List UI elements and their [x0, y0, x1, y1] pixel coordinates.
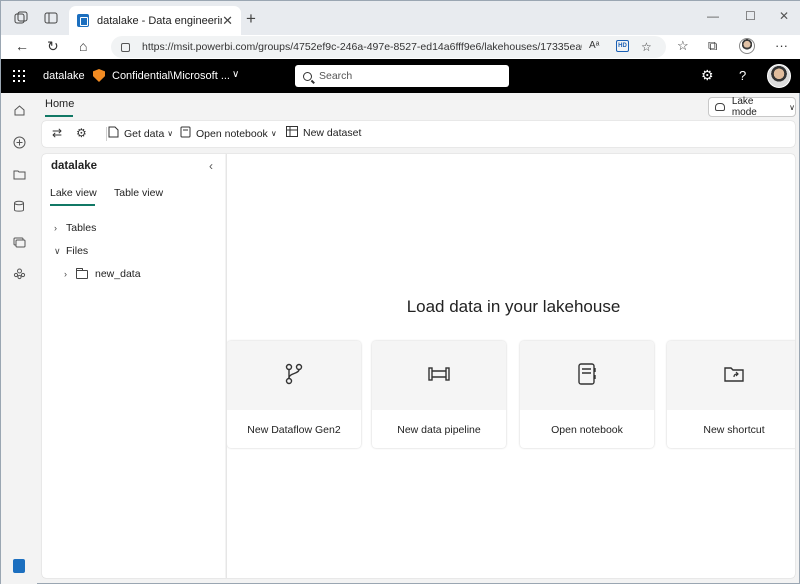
page-title: Load data in your lakehouse: [406, 297, 621, 316]
address-bar: ← ↻ ⌂ https://msit.powerbi.com/groups/47…: [1, 35, 800, 59]
tree-item-label: Files: [66, 245, 89, 257]
back-icon[interactable]: ←: [15, 38, 29, 54]
tab-title: datalake - Data engineering: [97, 14, 223, 27]
nav-home-icon[interactable]: [12, 103, 26, 117]
chevron-down-icon: ∨: [270, 129, 277, 138]
sensitivity-shield-icon: [93, 69, 105, 82]
main-canvas: Load data in your lakehouse New Dataflow…: [226, 154, 795, 578]
search-placeholder: Search: [319, 70, 353, 82]
nav-create-icon[interactable]: [12, 135, 26, 149]
open-notebook-label: Open notebook: [196, 127, 268, 140]
card-new-shortcut[interactable]: New shortcut: [667, 341, 795, 448]
vertical-tabs-icon[interactable]: [43, 10, 59, 26]
get-data-label: Get data: [124, 127, 165, 140]
card-new-dataflow[interactable]: New Dataflow Gen2: [227, 341, 361, 448]
maximize-icon[interactable]: ☐: [745, 9, 756, 23]
open-notebook-button[interactable]: Open notebook ∨: [180, 126, 277, 141]
favorite-add-icon[interactable]: ☆: [641, 40, 652, 54]
more-options-icon[interactable]: ···: [775, 38, 788, 53]
browser-tab-active[interactable]: datalake - Data engineering ✕: [69, 6, 241, 35]
browser-tab-strip: datalake - Data engineering ✕ + — ☐ ✕: [1, 1, 800, 35]
refresh-icon[interactable]: ↻: [47, 38, 59, 55]
dataflow-icon: [284, 363, 304, 388]
folder-icon: [76, 267, 88, 279]
tree-item-new-data[interactable]: › new_data: [64, 267, 141, 280]
chevron-down-icon[interactable]: ∨: [232, 69, 239, 80]
lakehouse-favicon-icon: [77, 14, 89, 27]
search-input[interactable]: Search: [295, 65, 509, 87]
chevron-right-icon[interactable]: ›: [64, 269, 76, 279]
card-open-notebook[interactable]: Open notebook: [520, 341, 654, 448]
home-icon[interactable]: ⌂: [79, 38, 87, 54]
lake-mode-dropdown[interactable]: Lake mode ∨: [708, 96, 796, 118]
collapse-panel-icon[interactable]: ‹: [209, 159, 213, 173]
card-label: New data pipeline: [397, 424, 481, 436]
get-data-button[interactable]: Get data ∨: [108, 126, 173, 141]
refresh-button[interactable]: ⇄: [52, 126, 67, 140]
chevron-down-icon: ∨: [789, 102, 795, 112]
explorer-title: datalake: [51, 160, 98, 172]
chevron-down-icon[interactable]: ∨: [54, 246, 66, 257]
workspace-name[interactable]: datalake: [43, 70, 85, 82]
read-aloud-icon[interactable]: A͏ᵃ: [589, 40, 599, 51]
help-icon[interactable]: ?: [739, 68, 746, 83]
browser-profile-avatar[interactable]: [739, 38, 755, 54]
hd-icon[interactable]: HD: [616, 40, 629, 52]
card-label: New Dataflow Gen2: [247, 424, 341, 436]
ribbon-divider: [106, 127, 107, 141]
browser-window: datalake - Data engineering ✕ + — ☐ ✕ ← …: [0, 0, 800, 584]
settings-button[interactable]: ⚙: [76, 126, 92, 140]
ribbon-toolbar: ⇄ ⚙ Get data ∨ Open notebook ∨ New datas…: [42, 121, 795, 147]
lake-mode-label: Lake mode: [731, 96, 757, 118]
experience-switcher-icon[interactable]: [13, 559, 25, 573]
tab-table-view[interactable]: Table view: [114, 187, 163, 199]
chevron-down-icon: ∨: [167, 129, 174, 138]
new-dataset-label: New dataset: [303, 127, 362, 139]
workspaces-icon[interactable]: [13, 10, 29, 26]
settings-gear-icon[interactable]: ⚙: [701, 67, 714, 84]
nav-workspaces-icon[interactable]: [12, 235, 26, 249]
nav-browse-icon[interactable]: [12, 167, 26, 181]
left-nav-rail: [1, 93, 37, 584]
tree-item-label: new_data: [95, 268, 141, 280]
tree-item-label: Tables: [66, 222, 97, 234]
notebook-icon: [577, 363, 597, 388]
nav-datahub-icon[interactable]: [12, 199, 26, 213]
minimize-icon[interactable]: —: [707, 9, 719, 23]
sync-icon: ⇄: [52, 126, 63, 140]
card-new-pipeline[interactable]: New data pipeline: [372, 341, 506, 448]
search-icon: [303, 71, 312, 81]
lock-icon: [121, 42, 130, 52]
pipeline-icon: [428, 366, 450, 385]
card-label: New shortcut: [703, 424, 765, 436]
close-window-icon[interactable]: ✕: [779, 9, 789, 23]
new-dataset-button[interactable]: New dataset: [286, 126, 361, 140]
lake-mode-icon: [715, 103, 725, 111]
notebook-icon: [180, 126, 191, 141]
nav-people-icon[interactable]: [12, 266, 26, 280]
url-text: https://msit.powerbi.com/groups/4752ef9c…: [142, 41, 582, 53]
tree-item-tables[interactable]: › Tables: [54, 222, 96, 234]
gear-icon: ⚙: [76, 126, 87, 140]
collections-icon[interactable]: ⧉: [708, 38, 717, 54]
tab-lake-view[interactable]: Lake view: [50, 187, 97, 206]
app-header: datalake Confidential\Microsoft ... ∨ Se…: [1, 59, 800, 93]
sensitivity-label[interactable]: Confidential\Microsoft ...: [112, 70, 230, 82]
app-launcher-icon[interactable]: [13, 70, 25, 82]
close-tab-icon[interactable]: ✕: [222, 13, 233, 29]
favorites-icon[interactable]: ☆: [677, 38, 689, 54]
avatar[interactable]: [767, 64, 791, 88]
new-tab-icon[interactable]: +: [246, 9, 256, 29]
dataset-icon: [286, 126, 298, 140]
tab-home[interactable]: Home: [45, 98, 74, 117]
get-data-icon: [108, 126, 119, 141]
shortcut-icon: [724, 366, 744, 385]
tree-item-files[interactable]: ∨ Files: [54, 245, 88, 257]
lakehouse-explorer: datalake ‹ Lake view Table view › Tables…: [42, 154, 226, 578]
card-label: Open notebook: [551, 424, 623, 436]
url-field[interactable]: https://msit.powerbi.com/groups/4752ef9c…: [111, 36, 666, 58]
chevron-right-icon[interactable]: ›: [54, 223, 66, 233]
